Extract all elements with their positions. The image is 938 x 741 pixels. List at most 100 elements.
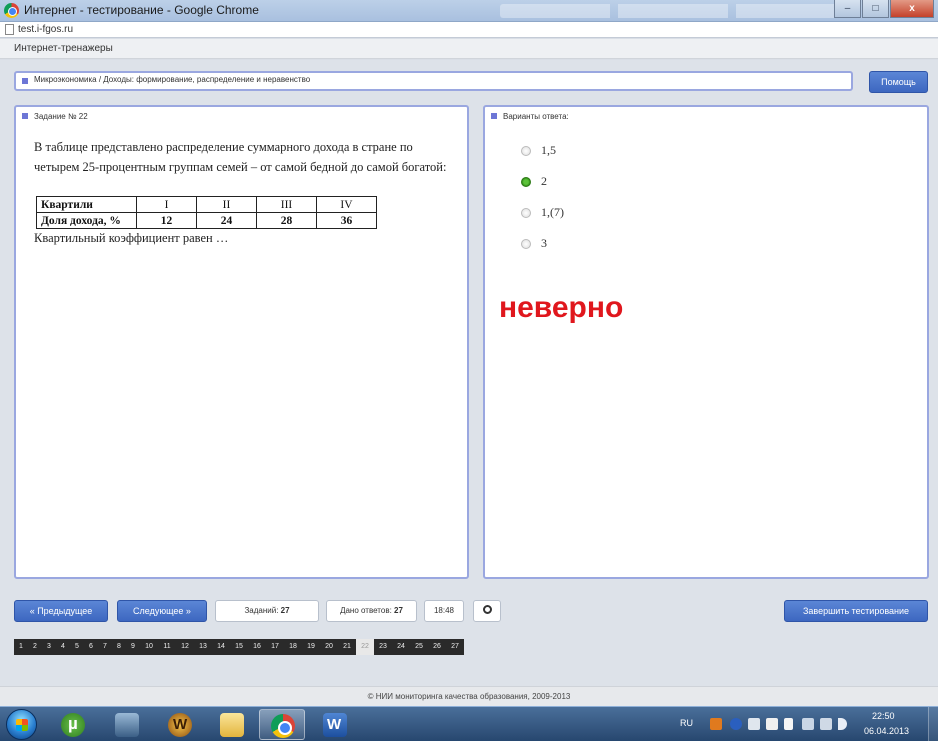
question-text: В таблице представлено распределение сум… <box>34 140 447 174</box>
tray-app-icon[interactable] <box>766 718 778 730</box>
address-bar[interactable]: test.i-fgos.ru <box>0 22 938 38</box>
language-indicator[interactable]: RU <box>680 718 693 728</box>
taskbar-chrome[interactable] <box>259 709 305 740</box>
site-title: Интернет-тренажеры <box>14 43 113 54</box>
answer-label[interactable]: 1,(7) <box>541 205 564 220</box>
taskbar-utorrent[interactable] <box>50 709 96 740</box>
tasks-count: Заданий: 27 <box>215 600 319 622</box>
show-desktop-button[interactable] <box>928 707 938 741</box>
question-nav-item[interactable]: 2 <box>28 639 42 655</box>
question-nav-current[interactable]: 22 <box>356 639 374 655</box>
question-nav-item[interactable]: 14 <box>212 639 230 655</box>
table-cell: 36 <box>316 212 377 229</box>
question-nav-item[interactable]: 18 <box>284 639 302 655</box>
question-nav-item[interactable]: 21 <box>338 639 356 655</box>
question-nav-item[interactable]: 11 <box>158 639 176 655</box>
volume-icon[interactable] <box>838 718 847 730</box>
start-button[interactable] <box>6 709 37 740</box>
radio-button-selected[interactable] <box>521 177 531 187</box>
table-header-cell: I <box>136 196 197 213</box>
bluetooth-icon[interactable] <box>730 718 742 730</box>
question-number: Задание № 22 <box>34 112 88 121</box>
question-nav-item[interactable]: 5 <box>70 639 84 655</box>
question-nav-item[interactable]: 4 <box>56 639 70 655</box>
question-nav-item[interactable]: 19 <box>302 639 320 655</box>
previous-button[interactable]: « Предыдущее <box>14 600 108 622</box>
breadcrumb-text: Микроэкономика / Доходы: формирование, р… <box>34 75 311 84</box>
radio-button[interactable] <box>521 239 531 249</box>
window-title: Интернет - тестирование - Google Chrome <box>24 3 259 17</box>
radio-button[interactable] <box>521 208 531 218</box>
taskbar-wow[interactable] <box>157 709 203 740</box>
bullet-square-icon <box>22 113 28 119</box>
table-row-label: Доля дохода, % <box>36 212 137 229</box>
answer-label[interactable]: 1,5 <box>541 143 556 158</box>
question-nav-item[interactable]: 27 <box>446 639 464 655</box>
question-nav-item[interactable]: 24 <box>392 639 410 655</box>
background-tabs <box>500 4 840 18</box>
question-nav-item[interactable]: 17 <box>266 639 284 655</box>
test-page: Микроэкономика / Доходы: формирование, р… <box>0 60 938 686</box>
income-table: Квартили I II III IV Доля дохода, % 12 2… <box>36 196 377 229</box>
tray-app-icon[interactable] <box>710 718 722 730</box>
question-navigator: 1 2 3 4 5 6 7 8 9 10 11 12 13 14 15 16 17 18 19 20 21 22 23 24 2… <box>14 639 464 655</box>
next-button[interactable]: Следующее » <box>117 600 207 622</box>
question-nav-item[interactable]: 20 <box>320 639 338 655</box>
tray-app-icon[interactable] <box>748 718 760 730</box>
question-nav-item[interactable]: 16 <box>248 639 266 655</box>
question-tail: Квартильный коэффициент равен … <box>34 231 229 245</box>
url-text[interactable]: test.i-fgos.ru <box>18 24 73 35</box>
question-nav-item[interactable]: 7 <box>98 639 112 655</box>
timer: 18:48 <box>424 600 464 622</box>
flag-icon[interactable] <box>784 718 793 730</box>
question-nav-item[interactable]: 25 <box>410 639 428 655</box>
question-nav-item[interactable]: 3 <box>42 639 56 655</box>
question-nav-item[interactable]: 9 <box>126 639 140 655</box>
question-nav-item[interactable]: 26 <box>428 639 446 655</box>
table-header-row: Квартили I II III IV <box>36 196 377 213</box>
help-button[interactable]: Помощь <box>869 71 928 93</box>
question-panel: Задание № 22 В таблице представлено расп… <box>14 105 469 579</box>
taskbar-word[interactable] <box>312 709 358 740</box>
answers-panel: Варианты ответа: 1,5 2 1,(7) 3 неверно <box>483 105 929 579</box>
answered-value: 27 <box>394 606 403 615</box>
clock-date[interactable]: 06.04.2013 <box>864 726 909 736</box>
question-nav-item[interactable]: 13 <box>194 639 212 655</box>
table-cell: 24 <box>196 212 257 229</box>
question-nav-item[interactable]: 15 <box>230 639 248 655</box>
radio-button[interactable] <box>521 146 531 156</box>
table-cell: 28 <box>256 212 317 229</box>
question-nav-item[interactable]: 1 <box>14 639 28 655</box>
maximize-button[interactable]: □ <box>862 0 889 18</box>
taskbar-game[interactable] <box>104 709 150 740</box>
taskbar-explorer[interactable] <box>209 709 255 740</box>
footer: © НИИ мониторинга качества образования, … <box>0 686 938 706</box>
utorrent-icon <box>61 713 85 737</box>
answered-label: Дано ответов: <box>340 606 392 615</box>
answer-label[interactable]: 3 <box>541 236 547 251</box>
pause-button[interactable] <box>473 600 501 622</box>
question-nav-item[interactable]: 8 <box>112 639 126 655</box>
tasks-value: 27 <box>280 606 290 615</box>
table-cell: 12 <box>136 212 197 229</box>
question-nav-item[interactable]: 23 <box>374 639 392 655</box>
question-header: Задание № 22 <box>22 112 88 121</box>
answers-header-label: Варианты ответа: <box>503 112 569 121</box>
display-icon[interactable] <box>820 718 832 730</box>
clock-time[interactable]: 22:50 <box>872 711 895 721</box>
network-icon[interactable] <box>802 718 814 730</box>
breadcrumb: Микроэкономика / Доходы: формирование, р… <box>14 71 853 91</box>
game-icon <box>115 713 139 737</box>
question-nav-item[interactable]: 6 <box>84 639 98 655</box>
close-button[interactable]: x <box>890 0 934 18</box>
answers-header: Варианты ответа: <box>491 112 569 121</box>
table-header-cell: II <box>196 196 257 213</box>
finish-test-button[interactable]: Завершить тестирование <box>784 600 928 622</box>
copyright-text: © НИИ мониторинга качества образования, … <box>367 692 571 701</box>
answer-label[interactable]: 2 <box>541 174 547 189</box>
bullet-square-icon <box>22 78 28 84</box>
screen: Интернет - тестирование - Google Chrome … <box>0 0 938 741</box>
question-nav-item[interactable]: 10 <box>140 639 158 655</box>
question-nav-item[interactable]: 12 <box>176 639 194 655</box>
minimize-button[interactable]: – <box>834 0 861 18</box>
